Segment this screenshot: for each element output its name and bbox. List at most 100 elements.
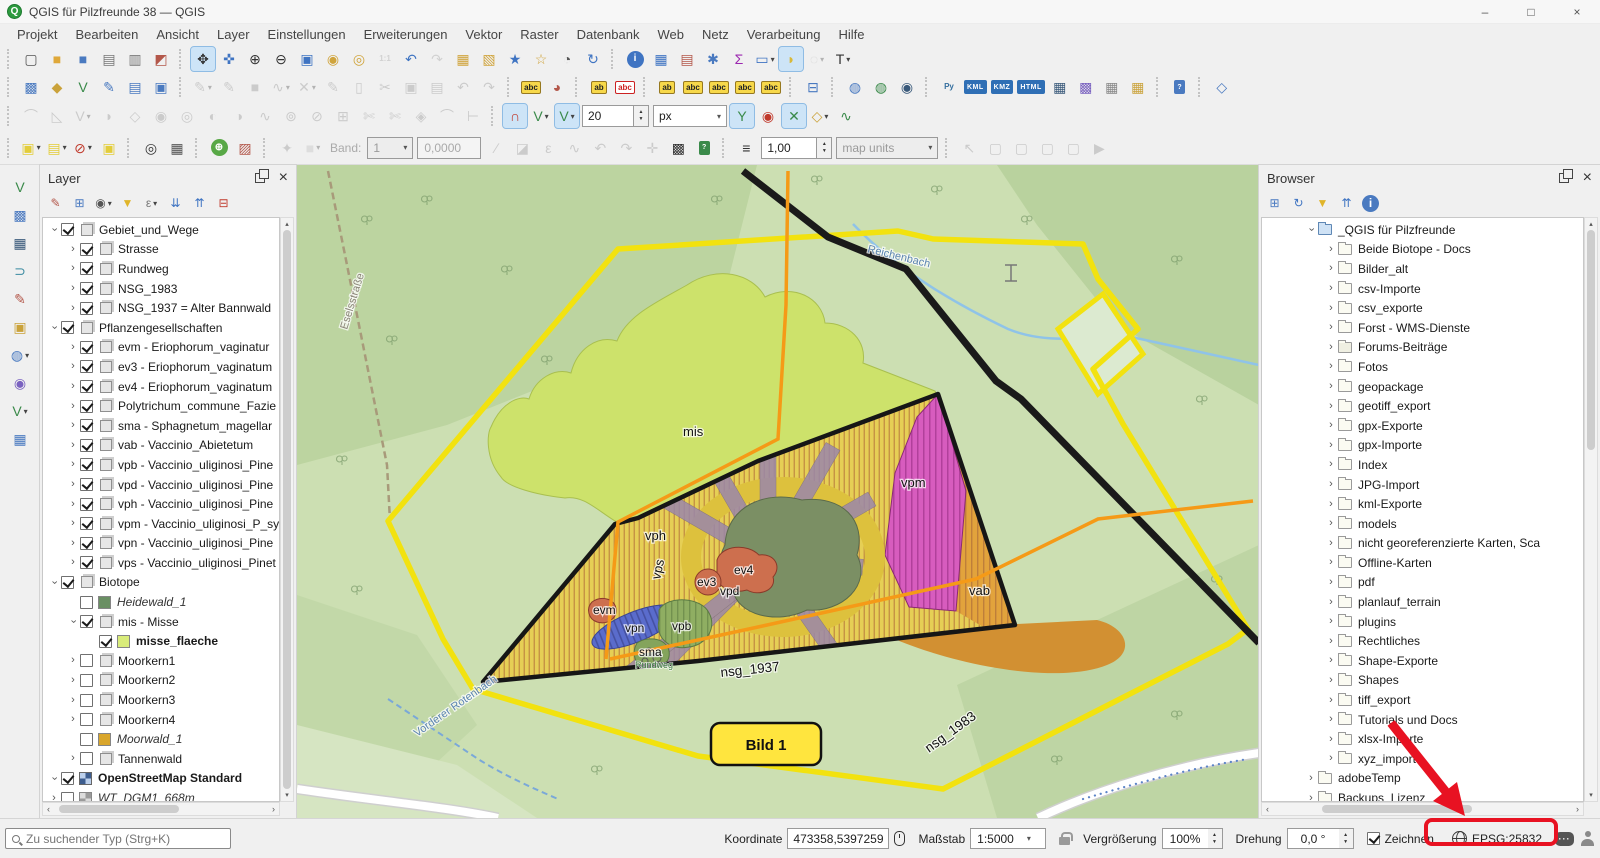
expander-icon[interactable]: ›	[1324, 734, 1338, 745]
lock-scale-icon[interactable]	[1059, 837, 1070, 845]
browser-item-backups-lizenz[interactable]: ›Backups_Lizenz	[1262, 788, 1583, 802]
change-label-properties-button[interactable]: abc	[759, 75, 783, 99]
layer-item-nsg-1983[interactable]: ›NSG_1983	[43, 279, 279, 299]
scroll-thumb[interactable]	[59, 805, 179, 813]
zoom-out-button[interactable]: ⊖	[269, 47, 293, 71]
expander-icon[interactable]: ›	[66, 361, 80, 372]
expander-icon[interactable]: ›	[66, 518, 80, 529]
expander-icon[interactable]: ›	[66, 499, 80, 510]
show-bookmarks-button[interactable]: ☆	[529, 47, 553, 71]
browser-item-xyz-importe[interactable]: ›xyz_importe	[1262, 749, 1583, 769]
stroke-width-stepper[interactable]: 1,00▲▼	[761, 137, 832, 159]
select-features-by-value-button[interactable]: ▤▾	[45, 136, 69, 160]
python-console-button[interactable]: Py	[937, 75, 961, 99]
browser-item-adobetemp[interactable]: ›adobeTemp	[1262, 769, 1583, 789]
move-label-button[interactable]: ab	[655, 75, 679, 99]
layer-visibility-checkbox[interactable]	[99, 635, 112, 648]
menu-netz[interactable]: Netz	[693, 27, 738, 42]
maximize-button[interactable]: □	[1508, 0, 1554, 23]
layer-visibility-checkbox[interactable]	[80, 733, 93, 746]
menu-erweiterungen[interactable]: Erweiterungen	[355, 27, 457, 42]
expander-icon[interactable]: ›	[1324, 479, 1338, 490]
expander-icon[interactable]: ›	[1324, 263, 1338, 274]
save-project-button[interactable]: ■	[71, 47, 95, 71]
properties-widget-button[interactable]: i	[1360, 193, 1381, 214]
snapping-tolerance-stepper[interactable]: 20▲▼	[582, 105, 649, 127]
snapping-mode-button[interactable]: V▾	[529, 104, 553, 128]
wms-services-button[interactable]: ◍	[869, 75, 893, 99]
show-hide-labels-button[interactable]: abc	[681, 75, 705, 99]
import-geotagged-photos-button[interactable]: ◎	[139, 136, 163, 160]
scroll-up-icon[interactable]: ▴	[1585, 220, 1597, 228]
expander-icon[interactable]: ›	[1324, 675, 1338, 686]
layer-item-wt-dgm1-668m[interactable]: ›WT_DGM1_668m	[43, 788, 279, 802]
layer-visibility-checkbox[interactable]	[80, 654, 93, 667]
scroll-down-icon[interactable]: ▾	[1585, 791, 1597, 799]
browser-item-models[interactable]: ›models	[1262, 514, 1583, 534]
identify-features-button[interactable]: i	[623, 47, 647, 71]
browser-item-offline-karten[interactable]: ›Offline-Karten	[1262, 553, 1583, 573]
collapse-all-button[interactable]: ⇈	[189, 193, 210, 214]
dark-grid-tool-button[interactable]: ▦	[8, 231, 32, 255]
text-annotation-button[interactable]: T▾	[831, 47, 855, 71]
menu-web[interactable]: Web	[648, 27, 693, 42]
temporal-controller-button[interactable]: ◔	[555, 47, 579, 71]
layout-manager-button[interactable]: ▥	[123, 47, 147, 71]
venn-tool-button[interactable]: ◉	[8, 371, 32, 395]
filter-legend-button[interactable]: ▼	[117, 193, 138, 214]
expander-icon[interactable]: ›	[1324, 695, 1338, 706]
expander-icon[interactable]: ›	[1324, 557, 1338, 568]
open-project-button[interactable]: ■	[45, 47, 69, 71]
layer-item-sma-sphagnetum-magellar[interactable]: ›sma - Sphagnetum_magellar	[43, 416, 279, 436]
menu-einstellungen[interactable]: Einstellungen	[259, 27, 355, 42]
expander-icon[interactable]: ›	[66, 283, 80, 294]
zoom-to-selection-button[interactable]: ◉	[321, 47, 345, 71]
close-panel-icon[interactable]: ×	[279, 170, 288, 186]
expander-icon[interactable]: ›	[66, 538, 80, 549]
kmz-export-button[interactable]: KMZ	[990, 75, 1015, 99]
snap-to-grid-button[interactable]: ◇▾	[808, 104, 832, 128]
layer-item-openstreetmap-standard[interactable]: ›OpenStreetMap Standard	[43, 769, 279, 789]
processing-toolbox-button[interactable]: ✱	[701, 47, 725, 71]
layer-visibility-checkbox[interactable]	[80, 596, 93, 609]
layer-horizontal-scrollbar[interactable]: ‹ ›	[42, 802, 280, 816]
snapping-on-intersection-button[interactable]: ✕	[782, 104, 806, 128]
photo-map-tool-button[interactable]: ▣	[8, 315, 32, 339]
layer-visibility-checkbox[interactable]	[61, 576, 74, 589]
expander-icon[interactable]: ›	[1324, 597, 1338, 608]
browser-item-csv-importe[interactable]: ›csv-Importe	[1262, 279, 1583, 299]
expander-icon[interactable]: ›	[66, 695, 80, 706]
zoom-last-button[interactable]: ↶	[399, 47, 423, 71]
topological-editing-button[interactable]: Y	[730, 104, 754, 128]
expander-icon[interactable]: ›	[1324, 714, 1338, 725]
zoom-to-native-resolution-button[interactable]: ⊕	[207, 136, 231, 160]
layer-visibility-checkbox[interactable]	[80, 556, 93, 569]
layer-diagram-button[interactable]: ◕	[545, 75, 569, 99]
layer-visibility-checkbox[interactable]	[80, 380, 93, 393]
style-manager-button[interactable]: ◩	[149, 47, 173, 71]
scroll-thumb[interactable]	[1322, 805, 1472, 813]
scroll-up-icon[interactable]: ▴	[281, 220, 293, 228]
qtiles-export-button[interactable]: ▦	[1048, 75, 1072, 99]
expander-icon[interactable]: ›	[66, 655, 80, 666]
refresh-browser-button[interactable]: ↻	[1288, 193, 1309, 214]
expander-icon[interactable]: ›	[66, 459, 80, 470]
add-selected-layers-button[interactable]: ⊞	[1264, 193, 1285, 214]
layer-visibility-checkbox[interactable]	[80, 752, 93, 765]
layer-visibility-checkbox[interactable]	[80, 341, 93, 354]
expander-icon[interactable]: ›	[1324, 322, 1338, 333]
enable-tracing-button[interactable]: ∿	[834, 104, 858, 128]
collapse-all-browser-button[interactable]: ⇈	[1336, 193, 1357, 214]
scroll-thumb[interactable]	[1587, 230, 1595, 450]
hook-tool-button[interactable]: ⊃	[8, 259, 32, 283]
browser-item-beide-biotope-docs[interactable]: ›Beide Biotope - Docs	[1262, 240, 1583, 260]
expander-icon[interactable]: ›	[49, 771, 60, 785]
browser-item-rechtliches[interactable]: ›Rechtliches	[1262, 631, 1583, 651]
expander-icon[interactable]: ›	[66, 263, 80, 274]
browser-item-gpx-importe[interactable]: ›gpx-Importe	[1262, 436, 1583, 456]
browser-item-shape-exporte[interactable]: ›Shape-Exporte	[1262, 651, 1583, 671]
browser-item-fotos[interactable]: ›Fotos	[1262, 357, 1583, 377]
snap-on-vertex-button[interactable]: V▾	[555, 104, 579, 128]
expander-icon[interactable]: ›	[1324, 636, 1338, 647]
layer-visibility-checkbox[interactable]	[80, 419, 93, 432]
